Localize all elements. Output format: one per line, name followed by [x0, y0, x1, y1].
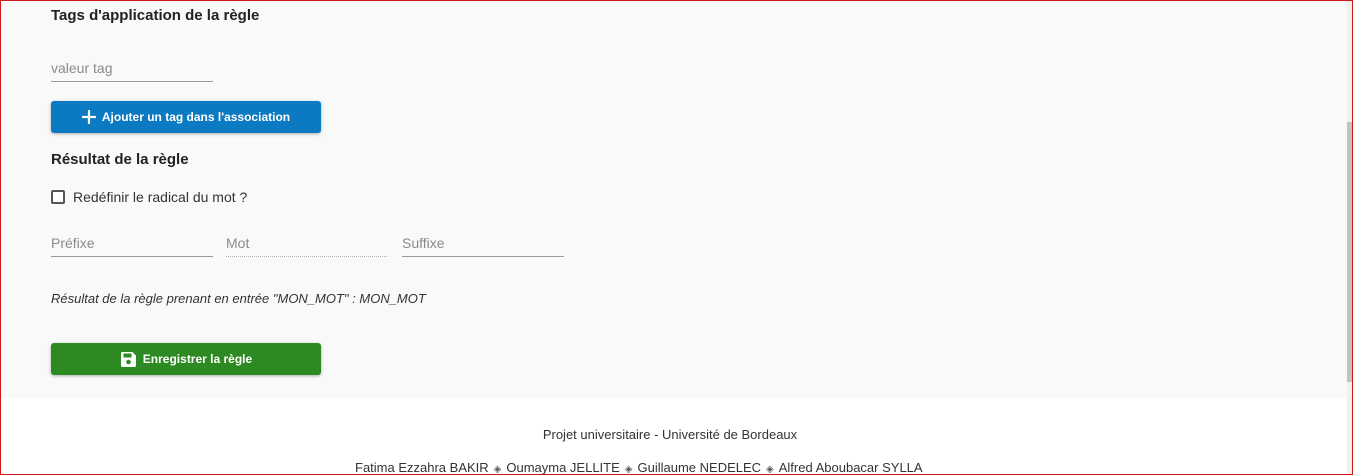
save-rule-button[interactable]: Enregistrer la règle: [51, 343, 321, 375]
word-input: [226, 231, 387, 255]
redefine-radical-checkbox[interactable]: [51, 190, 65, 204]
tags-section-title: Tags d'application de la règle: [51, 7, 260, 24]
separator-icon: ◈: [766, 464, 774, 475]
result-section-title: Résultat de la règle: [51, 151, 189, 168]
prefix-field[interactable]: [51, 231, 213, 257]
suffix-input[interactable]: [402, 231, 564, 255]
footer-author: Oumayma JELLITE: [506, 460, 620, 475]
rule-result-preview: Résultat de la règle prenant en entrée "…: [51, 291, 426, 306]
vertical-scrollbar[interactable]: [1347, 0, 1352, 475]
save-icon: [120, 351, 136, 367]
separator-icon: ◈: [624, 464, 633, 475]
separator-icon: ◈: [493, 464, 502, 475]
save-rule-button-label: Enregistrer la règle: [142, 352, 253, 366]
footer-authors: Fatima Ezzahra BAKIR ◈ Oumayma JELLITE ◈ Gui…: [355, 460, 923, 475]
redefine-radical-label: Redéfinir le radical du mot ?: [73, 189, 248, 205]
footer-author: Fatima Ezzahra BAKIR: [355, 460, 489, 475]
tag-value-input[interactable]: [51, 56, 213, 80]
plus-icon: [81, 110, 96, 124]
word-field: [226, 231, 387, 257]
redefine-radical-option[interactable]: Redéfinir le radical du mot ?: [51, 189, 247, 205]
prefix-input[interactable]: [51, 231, 213, 255]
footer-project: Projet universitaire - Université de Bor…: [542, 427, 798, 442]
rule-form: Tags d'application de la règle Ajouter u…: [1, 0, 1347, 398]
footer-author: Guillaume NEDELEC: [637, 460, 762, 475]
add-tag-button-label: Ajouter un tag dans l'association: [101, 110, 291, 124]
footer-author: Alfred Aboubacar SYLLA: [778, 460, 923, 475]
tag-value-field[interactable]: [51, 56, 213, 82]
scrollbar-thumb[interactable]: [1347, 122, 1352, 382]
add-tag-button[interactable]: Ajouter un tag dans l'association: [51, 101, 321, 133]
suffix-field[interactable]: [402, 231, 564, 257]
